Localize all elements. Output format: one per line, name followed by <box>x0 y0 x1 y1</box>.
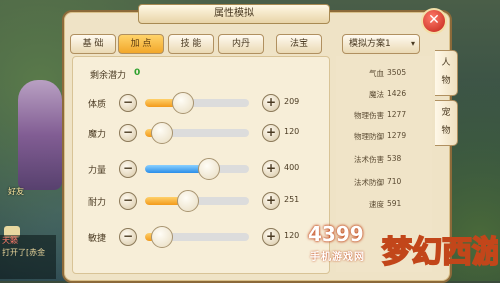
increase-button[interactable]: + <box>262 124 280 142</box>
attribute-row: 魔力 − +120 <box>88 122 318 144</box>
game-logo: 梦幻西游 <box>381 234 498 271</box>
attribute-slider-fill <box>145 165 202 173</box>
stat-row: 法术防御 710 <box>344 177 420 191</box>
side-tab-label: 人 <box>441 58 451 68</box>
attribute-slider-track[interactable] <box>145 165 249 173</box>
tab-fabao[interactable]: 法宝 <box>276 34 322 54</box>
increase-button[interactable]: + <box>262 192 280 210</box>
stat-value: 1279 <box>387 131 407 140</box>
stat-label: 物理伤害 <box>354 111 384 120</box>
stat-label: 法术防御 <box>354 178 384 187</box>
side-tab-label: 物 <box>441 126 451 136</box>
stat-label: 魔法 <box>369 90 384 99</box>
decrease-button[interactable]: − <box>119 228 137 246</box>
stat-row: 魔法 1426 <box>344 89 420 103</box>
tab-skills[interactable]: 技 能 <box>168 34 214 54</box>
attribute-slider-fill <box>145 197 181 205</box>
increase-button[interactable]: + <box>262 160 280 178</box>
attribute-value: 120 <box>284 231 300 240</box>
attribute-label: 耐力 <box>88 198 107 208</box>
tab-add-points[interactable]: 加 点 <box>118 34 164 54</box>
stat-value: 1426 <box>387 89 407 98</box>
chat-box[interactable]: 天籁 打开了[赤金 <box>0 235 56 279</box>
stat-label: 物理防御 <box>354 132 384 141</box>
attribute-slider-track[interactable] <box>145 99 249 107</box>
watermark-sub: 手机游戏网 <box>310 252 365 263</box>
stat-value: 3505 <box>387 68 407 77</box>
side-tab-pet[interactable]: 宠 物 <box>435 100 458 146</box>
chat-line: 打开了[赤金 <box>2 248 46 257</box>
stat-row: 气血 3505 <box>344 68 420 82</box>
attribute-label: 力量 <box>88 166 107 176</box>
increase-button[interactable]: + <box>262 94 280 112</box>
watermark-brand: 4399 <box>308 222 364 246</box>
stat-row: 物理防御 1279 <box>344 131 420 145</box>
attribute-label: 魔力 <box>88 130 107 140</box>
svg-text:梦幻西游: 梦幻西游 <box>382 235 498 270</box>
tab-neidan[interactable]: 内丹 <box>218 34 264 54</box>
tab-basic[interactable]: 基 础 <box>70 34 116 54</box>
attribute-value: 400 <box>284 163 300 172</box>
potential-label: 剩余潜力 <box>90 71 127 81</box>
attribute-row: 力量 − +400 <box>88 158 318 180</box>
slider-knob[interactable] <box>151 122 173 144</box>
potential-value: 0 <box>134 68 141 78</box>
close-button[interactable]: ✕ <box>421 8 447 34</box>
decrease-button[interactable]: − <box>119 192 137 210</box>
side-tab-label: 宠 <box>441 108 451 118</box>
slider-knob[interactable] <box>151 226 173 248</box>
stat-label: 法术伤害 <box>354 155 384 164</box>
scheme-label: 模拟方案1 <box>349 39 391 49</box>
decrease-button[interactable]: − <box>119 94 137 112</box>
stat-row: 物理伤害 1277 <box>344 110 420 124</box>
attribute-value: 120 <box>284 127 300 136</box>
chat-line: 天籁 <box>2 236 18 245</box>
stat-value: 1277 <box>387 110 407 119</box>
side-tab-character[interactable]: 人 物 <box>435 50 458 96</box>
attribute-label: 敏捷 <box>88 234 107 244</box>
attribute-label: 体质 <box>88 100 107 110</box>
attribute-row: 耐力 − +251 <box>88 190 318 212</box>
stat-label: 气血 <box>369 69 384 78</box>
attribute-row: 敏捷 − +120 <box>88 226 318 248</box>
stat-row: 速度 591 <box>344 199 420 213</box>
decrease-button[interactable]: − <box>119 124 137 142</box>
increase-button[interactable]: + <box>262 228 280 246</box>
attribute-value: 209 <box>284 97 300 106</box>
stat-value: 591 <box>387 199 402 208</box>
decrease-button[interactable]: − <box>119 160 137 178</box>
side-tab-label: 物 <box>441 76 451 86</box>
slider-knob[interactable] <box>172 92 194 114</box>
attribute-value: 251 <box>284 195 300 204</box>
scheme-dropdown[interactable]: 模拟方案1 ▾ <box>342 34 420 54</box>
attribute-row: 体质 − +209 <box>88 92 318 114</box>
slider-knob[interactable] <box>177 190 199 212</box>
stat-value: 538 <box>387 154 402 163</box>
friend-label: 好友 <box>8 187 24 196</box>
chevron-down-icon: ▾ <box>410 39 415 48</box>
slider-knob[interactable] <box>198 158 220 180</box>
stat-label: 速度 <box>369 200 384 209</box>
stat-value: 710 <box>387 177 402 186</box>
stat-row: 法术伤害 538 <box>344 154 420 168</box>
panel-title: 属性模拟 <box>138 4 330 24</box>
background-character <box>18 80 62 190</box>
